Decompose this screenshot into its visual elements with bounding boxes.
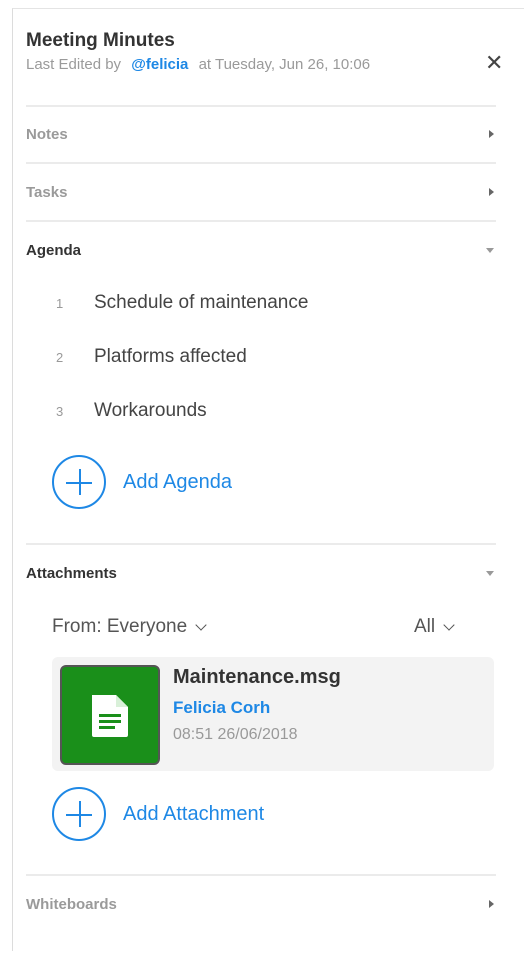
- caret-right-icon: [489, 130, 494, 138]
- agenda-item-text: Schedule of maintenance: [94, 292, 309, 313]
- add-agenda-button[interactable]: Add Agenda: [52, 455, 232, 509]
- caret-down-icon: [486, 570, 494, 576]
- add-attachment-button[interactable]: Add Attachment: [52, 787, 264, 841]
- section-notes-header[interactable]: Notes: [26, 106, 504, 162]
- section-attachments-header[interactable]: Attachments: [26, 545, 504, 601]
- section-notes-label: Notes: [26, 125, 68, 143]
- agenda-item-number: 2: [56, 349, 64, 365]
- last-edited-suffix: at Tuesday, Jun 26, 10:06: [198, 56, 371, 73]
- section-agenda-label: Agenda: [26, 241, 82, 259]
- editor-mention-link[interactable]: @felicia: [131, 56, 188, 73]
- file-name: Maintenance.msg: [173, 666, 341, 688]
- agenda-item-text: Workarounds: [94, 400, 207, 421]
- agenda-item-number: 1: [56, 295, 64, 311]
- type-filter-dropdown[interactable]: All: [414, 616, 455, 638]
- file-thumbnail: [60, 665, 160, 765]
- chevron-down-icon: [195, 618, 207, 631]
- section-whiteboards-label: Whiteboards: [26, 895, 117, 913]
- close-icon[interactable]: ✕: [485, 50, 503, 76]
- document-icon: [92, 695, 128, 737]
- agenda-item-text: Platforms affected: [94, 346, 247, 367]
- agenda-item[interactable]: 2 Platforms affected: [56, 346, 247, 368]
- file-timestamp: 08:51 26/06/2018: [173, 726, 298, 743]
- add-attachment-label: Add Attachment: [123, 802, 265, 825]
- section-tasks-header[interactable]: Tasks: [26, 164, 504, 220]
- type-filter-label: All: [414, 616, 436, 637]
- caret-right-icon: [489, 900, 494, 908]
- caret-right-icon: [489, 188, 494, 196]
- plus-circle-icon: [52, 787, 106, 841]
- agenda-item[interactable]: 3 Workarounds: [56, 400, 207, 422]
- agenda-item-number: 3: [56, 403, 64, 419]
- from-filter-dropdown[interactable]: From: Everyone: [52, 616, 207, 638]
- plus-circle-icon: [52, 455, 106, 509]
- from-filter-label: From: Everyone: [52, 616, 188, 637]
- last-edited-info: Last Edited by @felicia at Tuesday, Jun …: [26, 56, 496, 73]
- section-tasks-label: Tasks: [26, 183, 68, 201]
- page-title: Meeting Minutes: [26, 30, 175, 51]
- agenda-item[interactable]: 1 Schedule of maintenance: [56, 292, 308, 314]
- section-whiteboards-header[interactable]: Whiteboards: [26, 876, 504, 932]
- add-agenda-label: Add Agenda: [123, 470, 232, 493]
- section-attachments-label: Attachments: [26, 564, 117, 582]
- attachment-card[interactable]: Maintenance.msg Felicia Corh 08:51 26/06…: [52, 657, 494, 771]
- caret-down-icon: [486, 247, 494, 253]
- last-edited-prefix: Last Edited by: [26, 56, 122, 73]
- section-agenda-header[interactable]: Agenda: [26, 222, 504, 278]
- file-owner-link[interactable]: Felicia Corh: [173, 698, 270, 718]
- chevron-down-icon: [443, 618, 455, 631]
- panel-header: Meeting Minutes Last Edited by @felicia …: [26, 30, 496, 73]
